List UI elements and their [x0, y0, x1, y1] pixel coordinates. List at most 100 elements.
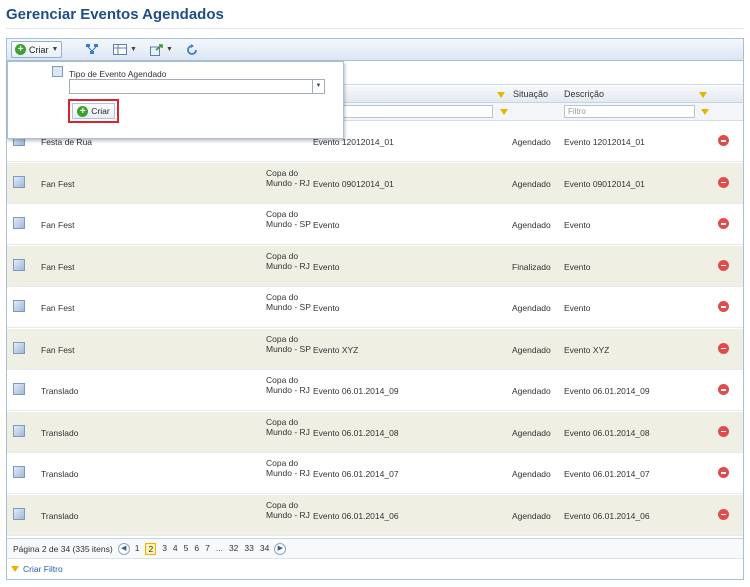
table-row[interactable]: Translado Copa do Mundo - RJ Evento 06.01.… — [7, 453, 743, 494]
cell-description: Evento 06.01.2014_09 — [564, 386, 650, 396]
delete-icon[interactable] — [718, 467, 729, 478]
cell-location: Copa do Mundo - SP — [266, 209, 311, 229]
refresh-button[interactable] — [183, 41, 201, 58]
cell-event: Evento 06.01.2014_08 — [313, 427, 399, 438]
grid-options-button[interactable]: ▼ — [110, 41, 140, 58]
title-divider — [6, 28, 744, 29]
cell-description: Evento 12012014_01 — [564, 137, 645, 147]
chevron-down-icon: ▼ — [130, 46, 137, 53]
cell-status: Agendado — [512, 137, 551, 147]
create-filter-link[interactable]: Criar Filtro — [7, 558, 743, 579]
cell-status: Agendado — [512, 178, 551, 189]
add-icon: + — [77, 105, 89, 117]
delete-icon[interactable] — [718, 218, 729, 229]
hierarchy-button[interactable] — [83, 41, 101, 58]
prev-page-icon[interactable]: ◀ — [117, 542, 130, 555]
cell-status: Agendado — [512, 427, 551, 438]
filter-icon[interactable] — [500, 109, 508, 115]
export-button[interactable]: ▼ — [147, 41, 176, 58]
page-number[interactable]: 1 — [135, 543, 140, 555]
page-number[interactable]: 34 — [260, 543, 269, 555]
cell-location: Copa do Mundo - SP — [266, 292, 311, 312]
edit-icon[interactable] — [13, 341, 25, 354]
cell-description: Evento 06.01.2014_08 — [564, 427, 650, 438]
cell-event: Evento — [313, 303, 340, 313]
edit-icon[interactable] — [13, 507, 25, 520]
create-event-button[interactable]: + Criar — [72, 103, 115, 119]
page-number[interactable]: 4 — [173, 543, 178, 555]
delete-icon[interactable] — [718, 425, 729, 437]
filter-icon[interactable] — [497, 92, 505, 98]
filter-icon[interactable] — [699, 92, 707, 98]
create-filter-label: Criar Filtro — [23, 564, 63, 574]
table-row[interactable]: Translado Copa do Mundo - RJ Evento 06.01.… — [7, 494, 743, 536]
delete-icon[interactable] — [718, 259, 729, 271]
table-row[interactable]: Fan Fest Copa do Mundo - SP Evento Agendado… — [7, 287, 743, 328]
page-number[interactable]: 5 — [184, 543, 189, 555]
page-title: Gerenciar Eventos Agendados — [6, 6, 224, 23]
page-number[interactable]: 32 — [229, 543, 238, 555]
chevron-down-icon: ▼ — [51, 46, 59, 53]
cell-status: Agendado — [512, 303, 551, 313]
filter-icon[interactable] — [701, 109, 709, 115]
cell-status: Agendado — [512, 344, 551, 355]
document-icon — [52, 66, 63, 77]
edit-icon[interactable] — [13, 258, 25, 271]
cell-event: Evento 09012014_01 — [313, 178, 394, 189]
filter-input-evento[interactable] — [343, 105, 493, 118]
filter-icon — [11, 566, 19, 572]
cell-location: Copa do Mundo - RJ — [266, 416, 310, 437]
pagination-summary: Página 2 de 34 (335 itens) — [13, 543, 113, 554]
table-row[interactable]: Fan Fest Copa do Mundo - RJ Evento Finaliza… — [7, 245, 743, 287]
cell-name: Translado — [41, 469, 79, 479]
cell-event: Evento XYZ — [313, 344, 359, 355]
cell-name: Fan Fest — [41, 344, 75, 355]
edit-icon[interactable] — [13, 300, 25, 312]
page-number[interactable]: 7 — [205, 543, 210, 555]
chevron-down-icon[interactable]: ▼ — [312, 80, 324, 93]
edit-icon[interactable] — [13, 217, 25, 229]
edit-icon[interactable] — [13, 466, 25, 478]
cell-status: Agendado — [512, 220, 551, 230]
add-icon: + — [15, 44, 26, 55]
delete-icon[interactable] — [718, 176, 729, 188]
page-number[interactable]: 6 — [194, 543, 199, 555]
cell-location: Copa do Mundo - RJ — [266, 250, 310, 271]
event-type-label: Tipo de Evento Agendado — [69, 69, 167, 79]
cell-description: Evento 06.01.2014_07 — [564, 469, 650, 479]
event-type-select[interactable]: ▼ — [69, 79, 325, 94]
table-row[interactable]: Translado Copa do Mundo - RJ Evento 06.01.… — [7, 411, 743, 453]
delete-icon[interactable] — [718, 301, 729, 312]
cell-event: Evento 06.01.2014_07 — [313, 469, 399, 479]
grid-options-icon — [113, 44, 127, 55]
delete-icon[interactable] — [718, 135, 729, 146]
page-number[interactable]: 33 — [244, 543, 253, 555]
delete-icon[interactable] — [718, 384, 729, 395]
table-row[interactable]: Fan Fest Copa do Mundo - SP Evento XYZ Agen… — [7, 328, 743, 370]
table-row[interactable]: Fan Fest Copa do Mundo - SP Evento Agendado… — [7, 204, 743, 245]
cell-location: Copa do Mundo - RJ — [266, 458, 310, 478]
edit-icon[interactable] — [13, 383, 25, 395]
create-menu-label: Criar — [29, 44, 49, 55]
filter-input-descricao[interactable]: Filtro — [564, 105, 695, 118]
cell-event: Evento 06.01.2014_09 — [313, 386, 399, 396]
refresh-icon — [187, 43, 197, 55]
create-event-highlight: + Criar — [68, 99, 119, 123]
page-number[interactable]: 2 — [145, 542, 157, 555]
delete-icon[interactable] — [718, 508, 729, 520]
page-list: 1 2 3 4 5 6 7... 32 33 34 — [135, 542, 269, 555]
edit-icon[interactable] — [13, 424, 25, 437]
edit-icon[interactable] — [13, 175, 25, 188]
delete-icon[interactable] — [718, 342, 729, 354]
create-menu-button[interactable]: + Criar ▼ — [11, 41, 63, 58]
cell-name: Translado — [41, 386, 79, 396]
table-row[interactable]: Translado Copa do Mundo - RJ Evento 06.01.… — [7, 370, 743, 411]
column-header-descricao[interactable]: Descrição — [564, 89, 604, 99]
column-header-situacao[interactable]: Situação — [513, 89, 548, 99]
create-event-label: Criar — [91, 106, 110, 116]
page-number[interactable]: 3 — [162, 543, 167, 555]
cell-description: Evento XYZ — [564, 344, 610, 355]
table-row[interactable]: Fan Fest Copa do Mundo - RJ Evento 0901201… — [7, 162, 743, 204]
cell-name: Fan Fest — [41, 261, 75, 272]
next-page-icon[interactable]: ▶ — [274, 542, 287, 555]
